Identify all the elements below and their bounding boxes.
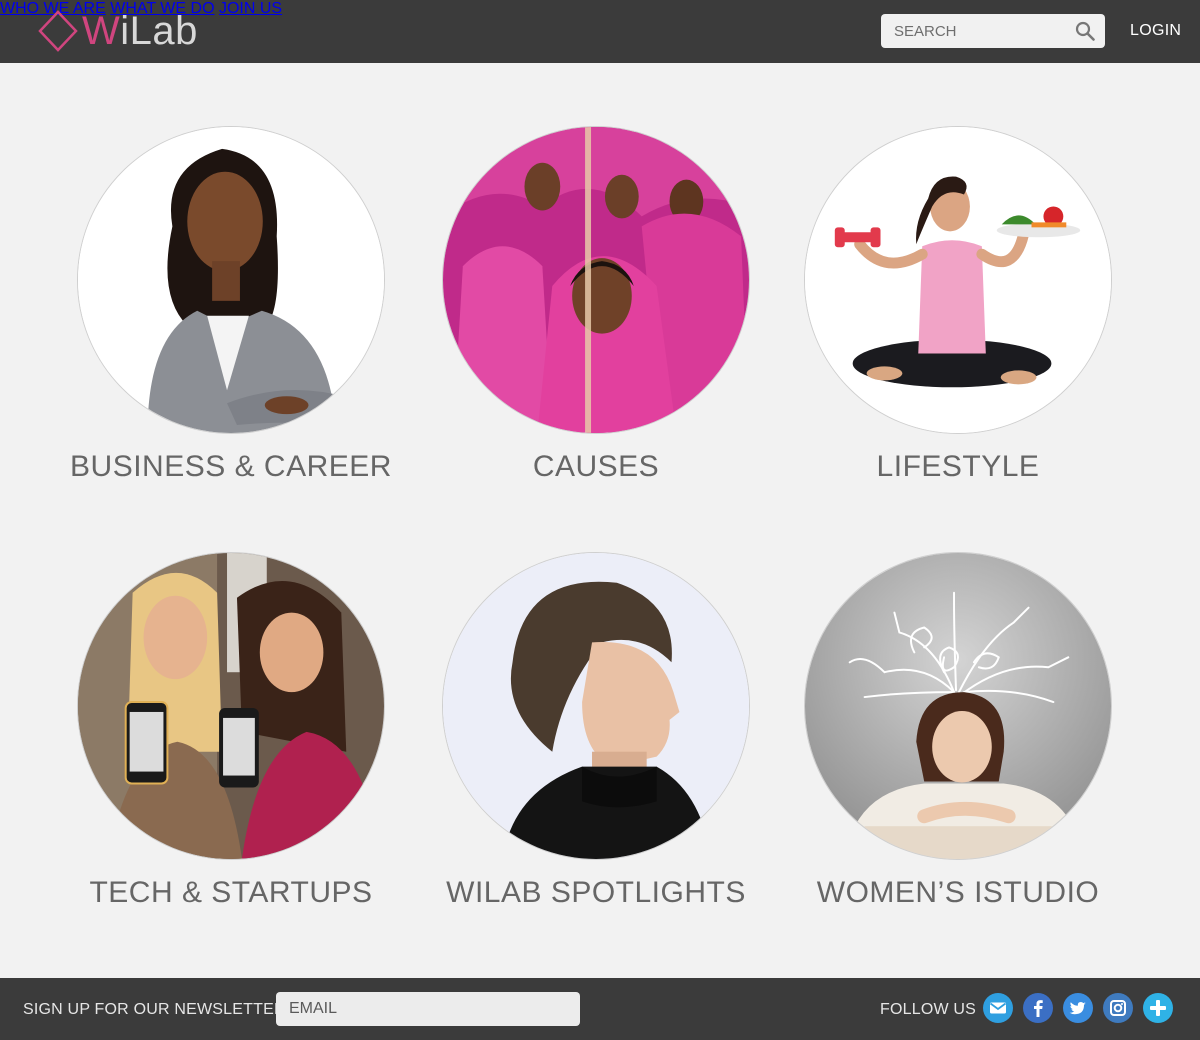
tile-label-wilab-spotlights: WILAB SPOTLIGHTS xyxy=(446,876,746,909)
twitter-icon[interactable] xyxy=(1063,993,1093,1023)
causes-image xyxy=(442,126,750,434)
nav-join-us[interactable]: JOIN US xyxy=(219,0,282,17)
follow-us-label: FOLLOW US xyxy=(880,1001,977,1018)
plus-icon[interactable] xyxy=(1143,993,1173,1023)
site-footer: SIGN UP FOR OUR NEWSLETTER FOLLOW US xyxy=(0,978,1200,1040)
newsletter-email-input[interactable] xyxy=(276,992,580,1026)
instagram-icon[interactable] xyxy=(1103,993,1133,1023)
tile-label-womens-istudio: WOMEN’S ISTUDIO xyxy=(816,876,1100,909)
tile-label-lifestyle: LIFESTYLE xyxy=(876,450,1040,483)
tile-tech-startups[interactable]: TECH & STARTUPS xyxy=(66,552,396,910)
tile-womens-istudio[interactable]: WOMEN’S ISTUDIO xyxy=(793,552,1123,910)
tile-lifestyle[interactable]: LIFESTYLE xyxy=(793,126,1123,484)
business-career-image xyxy=(77,126,385,434)
search-input[interactable] xyxy=(881,14,1066,48)
wilab-logo[interactable]: WiLab xyxy=(38,8,198,54)
womens-istudio-image xyxy=(804,552,1112,860)
mail-icon[interactable] xyxy=(983,993,1013,1023)
facebook-icon[interactable] xyxy=(1023,993,1053,1023)
lifestyle-image xyxy=(804,126,1112,434)
newsletter-label: SIGN UP FOR OUR NEWSLETTER xyxy=(23,1001,286,1018)
tile-label-business-career: BUSINESS & CAREER xyxy=(70,450,392,483)
tile-wilab-spotlights[interactable]: WILAB SPOTLIGHTS xyxy=(431,552,761,910)
tile-label-causes: CAUSES xyxy=(532,450,660,483)
tile-causes[interactable]: CAUSES xyxy=(431,126,761,484)
tile-label-tech-startups: TECH & STARTUPS xyxy=(89,876,373,909)
tech-startups-image xyxy=(77,552,385,860)
search-icon[interactable] xyxy=(1075,21,1095,41)
logo-wordmark: WiLab xyxy=(82,9,198,53)
search-box xyxy=(881,14,1105,48)
login-link[interactable]: LOGIN xyxy=(1130,22,1181,40)
diamond-logo-icon xyxy=(38,10,78,52)
tile-business-career[interactable]: BUSINESS & CAREER xyxy=(66,126,396,484)
site-header: WiLab WHO WE ARE WHAT WE DO JOIN US LOGI… xyxy=(0,0,1200,63)
wilab-spotlights-image xyxy=(442,552,750,860)
